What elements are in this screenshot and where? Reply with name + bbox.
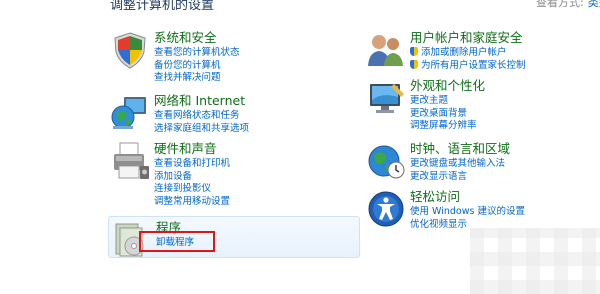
link-devices-printers[interactable]: 查看设备和打印机 (154, 158, 230, 171)
category-links: 更改主题 更改桌面背景 调整屏幕分辨率 (410, 95, 477, 133)
link-mobility-settings[interactable]: 调整常用移动设置 (154, 196, 230, 209)
network-globe-icon[interactable] (110, 93, 150, 133)
category-links: 查看设备和打印机 添加设备 连接到投影仪 调整常用移动设置 (154, 158, 230, 208)
users-icon[interactable] (366, 30, 406, 70)
category-title[interactable]: 外观和个性化 (410, 78, 485, 94)
ease-of-access-icon[interactable] (366, 189, 406, 229)
link-add-device[interactable]: 添加设备 (154, 171, 230, 184)
category-title[interactable]: 用户帐户和家庭安全 (410, 30, 523, 46)
category-title[interactable]: 硬件和声音 (154, 141, 217, 157)
link-change-display-language[interactable]: 更改显示语言 (410, 171, 505, 184)
display-icon[interactable] (366, 78, 406, 118)
category-links: 查看网络状态和任务 选择家庭组和共享选项 (154, 110, 249, 135)
link-troubleshoot[interactable]: 查找并解决问题 (154, 72, 240, 85)
category-title[interactable]: 轻松访问 (410, 189, 460, 205)
highlight-box (139, 231, 215, 252)
view-by-dropdown[interactable]: 类别 (588, 0, 600, 9)
shield-icon[interactable] (110, 30, 150, 70)
printer-icon[interactable] (110, 141, 150, 181)
view-by: 查看方式: 类别 (536, 0, 600, 10)
category-links: 查看您的计算机状态 备份您的计算机 查找并解决问题 (154, 47, 240, 85)
watermark-pattern (470, 228, 600, 294)
link-homegroup-sharing[interactable]: 选择家庭组和共享选项 (154, 123, 249, 136)
clock-globe-icon[interactable] (366, 141, 406, 181)
category-title[interactable]: 网络和 Internet (154, 93, 245, 109)
view-by-label: 查看方式: (536, 0, 584, 9)
page-title: 调整计算机的设置 (110, 0, 215, 13)
link-change-desktop-background[interactable]: 更改桌面背景 (410, 108, 477, 121)
link-view-computer-status[interactable]: 查看您的计算机状态 (154, 47, 240, 60)
link-connect-projector[interactable]: 连接到投影仪 (154, 183, 230, 196)
link-adjust-resolution[interactable]: 调整屏幕分辨率 (410, 120, 477, 133)
category-title[interactable]: 时钟、语言和区域 (410, 141, 510, 157)
link-network-status[interactable]: 查看网络状态和任务 (154, 110, 249, 123)
link-add-remove-accounts[interactable]: 添加或删除用户帐户 (410, 47, 526, 60)
link-change-theme[interactable]: 更改主题 (410, 95, 477, 108)
link-windows-suggested-settings[interactable]: 使用 Windows 建议的设置 (410, 206, 525, 219)
category-links: 更改键盘或其他输入法 更改显示语言 (410, 158, 505, 183)
category-links: 添加或删除用户帐户 为所有用户设置家长控制 (410, 47, 526, 72)
link-backup-computer[interactable]: 备份您的计算机 (154, 60, 240, 73)
link-parental-controls[interactable]: 为所有用户设置家长控制 (410, 60, 526, 73)
category-title[interactable]: 系统和安全 (154, 30, 217, 46)
link-change-keyboard-input[interactable]: 更改键盘或其他输入法 (410, 158, 505, 171)
